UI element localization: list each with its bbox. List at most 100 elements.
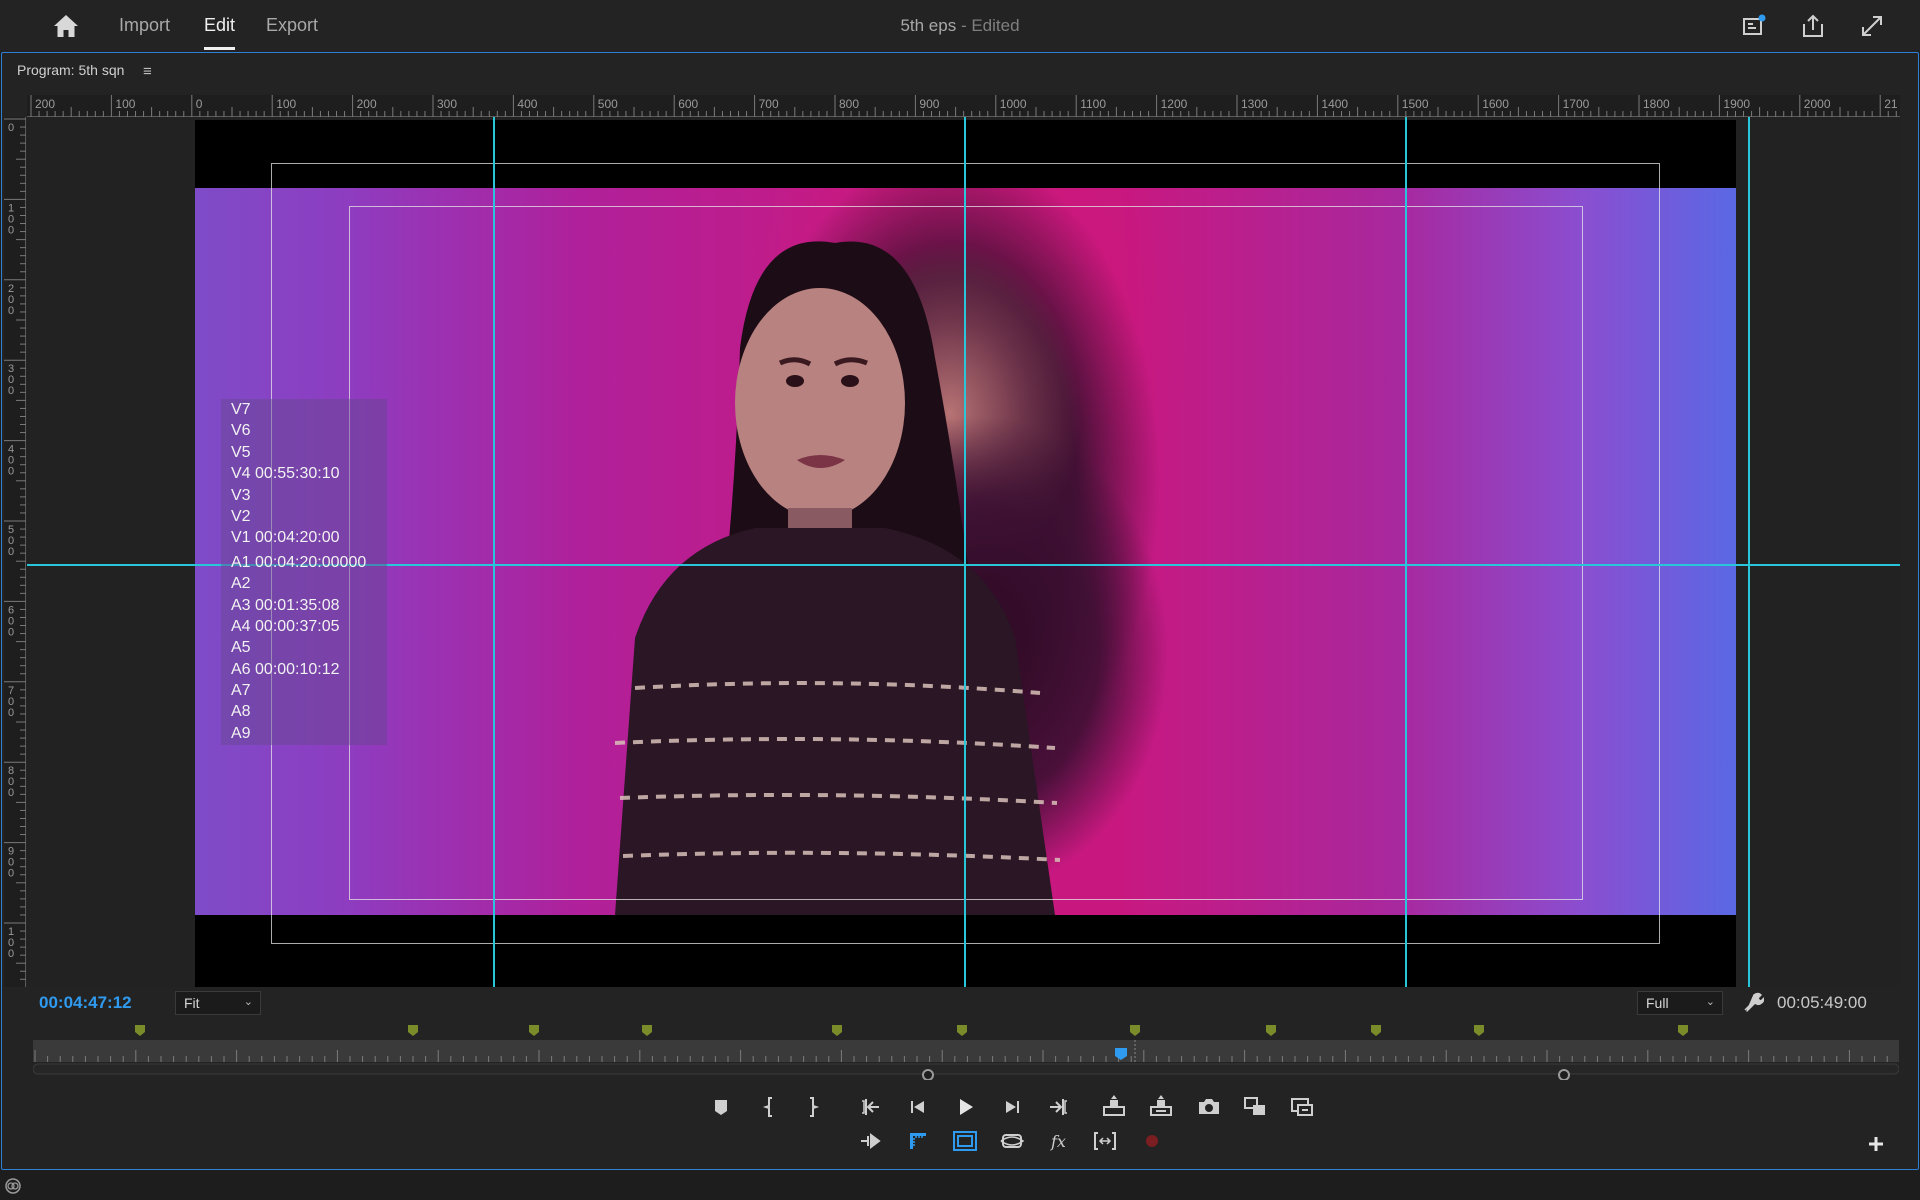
track-timecode-overlay: V7 V6 V5 V4 00:55:30:10 V3 V2 V1 00:04:20:00 A1… xyxy=(221,399,387,745)
marker-icon[interactable] xyxy=(642,1025,652,1036)
guide-vertical[interactable] xyxy=(1748,117,1750,987)
svg-text:fx: fx xyxy=(1050,1132,1066,1151)
go-to-out-icon[interactable] xyxy=(1044,1093,1072,1121)
record-icon[interactable] xyxy=(1138,1127,1166,1155)
current-timecode[interactable]: 00:04:47:12 xyxy=(39,993,132,1013)
add-marker-icon[interactable] xyxy=(707,1093,735,1121)
ruler-label: 200 xyxy=(8,283,14,317)
chevron-down-icon: ⌄ xyxy=(1705,996,1715,1008)
marker-icon[interactable] xyxy=(957,1025,967,1036)
marker-icon[interactable] xyxy=(135,1025,145,1036)
comparison-view-icon[interactable] xyxy=(1241,1093,1269,1121)
wrench-icon[interactable] xyxy=(1742,991,1765,1013)
step-back-icon[interactable] xyxy=(904,1093,932,1121)
marker-icon[interactable] xyxy=(1266,1025,1276,1036)
marker-icon[interactable] xyxy=(408,1025,418,1036)
extract-icon[interactable] xyxy=(1147,1093,1175,1121)
active-tab-indicator xyxy=(204,47,235,50)
guide-vertical[interactable] xyxy=(1405,117,1407,987)
guide-vertical[interactable] xyxy=(493,117,495,987)
guides-icon[interactable] xyxy=(904,1127,932,1155)
hamburger-icon[interactable]: ≡ xyxy=(143,63,152,80)
marker-icon[interactable] xyxy=(1130,1025,1140,1036)
ruler-label: 0 xyxy=(196,97,203,111)
ruler-label: 200 xyxy=(357,97,377,111)
zoom-scrollbar[interactable] xyxy=(33,1063,1899,1075)
ruler-label: 2000 xyxy=(1804,97,1831,111)
ruler-label: 500 xyxy=(8,524,14,558)
zoom-handle-right[interactable] xyxy=(1558,1069,1570,1080)
fullscreen-icon[interactable] xyxy=(1859,13,1885,39)
ruler-label: 1200 xyxy=(1161,97,1188,111)
track-timecode-line: A9 xyxy=(231,724,251,742)
track-timecode-line: A4 00:00:37:05 xyxy=(231,617,340,635)
playhead-icon[interactable] xyxy=(1114,1047,1128,1061)
vr-video-icon[interactable] xyxy=(998,1127,1026,1155)
time-ruler-track[interactable] xyxy=(33,1040,1899,1062)
ruler-label: 400 xyxy=(517,97,537,111)
track-timecode-line: V2 xyxy=(231,507,251,525)
ruler-label: 1900 xyxy=(1723,97,1750,111)
ruler-label: 1400 xyxy=(1321,97,1348,111)
ruler-label: 1300 xyxy=(1241,97,1268,111)
track-timecode-line: A5 xyxy=(231,639,251,657)
creative-cloud-icon[interactable] xyxy=(4,1177,22,1195)
trim-icon[interactable] xyxy=(857,1127,885,1155)
track-timecode-line: A6 00:00:10:12 xyxy=(231,660,340,678)
horizontal-ruler[interactable]: 200 100 0 100 200 300 400 500 600 700 800 900 1000 11… xyxy=(27,95,1900,117)
vertical-ruler[interactable]: 0 1 0 0 2 0 0 3 0 0 4 0 0 5 0 0 6 0 0 7 0 0 8 0 0 9 0 0 1 0 0 xyxy=(4,117,26,987)
resolution-value: Full xyxy=(1646,995,1669,1011)
go-to-in-icon[interactable] xyxy=(857,1093,885,1121)
track-timecode-line: A8 xyxy=(231,703,251,721)
lift-icon[interactable] xyxy=(1100,1093,1128,1121)
panel-title: Program: 5th sqn xyxy=(17,62,125,78)
ruler-label: 600 xyxy=(8,604,14,638)
step-forward-icon[interactable] xyxy=(998,1093,1026,1121)
marker-icon[interactable] xyxy=(1678,1025,1688,1036)
timeline-scrubber[interactable] xyxy=(33,1020,1899,1080)
ruler-label: 300 xyxy=(8,363,14,397)
play-icon[interactable] xyxy=(951,1093,979,1121)
marker-icon[interactable] xyxy=(1474,1025,1484,1036)
track-timecode-line: V5 xyxy=(231,443,251,461)
track-timecode-line: V4 00:55:30:10 xyxy=(231,465,340,483)
document-status: - Edited xyxy=(960,16,1020,35)
quick-export-icon[interactable] xyxy=(1741,13,1767,39)
resolution-dropdown[interactable]: Full ⌄ xyxy=(1637,991,1723,1015)
ruler-label: 1100 xyxy=(1080,97,1106,111)
track-timecode-line: V6 xyxy=(231,422,251,440)
ruler-label: 800 xyxy=(8,765,14,799)
ruler-label: 900 xyxy=(919,97,939,111)
ruler-label: 700 xyxy=(8,685,14,719)
marker-icon[interactable] xyxy=(529,1025,539,1036)
ruler-label: 21 xyxy=(1884,97,1898,111)
document-name: 5th eps xyxy=(900,16,957,35)
share-icon[interactable] xyxy=(1800,13,1826,39)
add-button-icon[interactable] xyxy=(1866,1134,1886,1154)
document-title: 5th eps - Edited xyxy=(0,16,1920,36)
fx-icon[interactable]: fx xyxy=(1044,1127,1072,1155)
safe-margins-icon[interactable] xyxy=(951,1127,979,1155)
track-timecode-line: A7 xyxy=(231,682,251,700)
top-bar: Import Edit Export 5th eps - Edited xyxy=(0,0,1920,52)
ruler-label: 100 xyxy=(276,97,296,111)
ruler-label: 300 xyxy=(437,97,457,111)
export-frame-icon[interactable] xyxy=(1195,1093,1223,1121)
mark-in-icon[interactable] xyxy=(756,1093,784,1121)
mark-out-icon[interactable] xyxy=(798,1093,826,1121)
zoom-handle-left[interactable] xyxy=(922,1069,934,1080)
guide-vertical[interactable] xyxy=(964,117,966,987)
ruler-label: 800 xyxy=(839,97,859,111)
zoom-dropdown[interactable]: Fit ⌄ xyxy=(175,991,261,1015)
marker-icon[interactable] xyxy=(1371,1025,1381,1036)
track-timecode-line: A1 00:04:20:00000 xyxy=(231,553,367,571)
duration-timecode: 00:05:49:00 xyxy=(1777,993,1867,1012)
zoom-value: Fit xyxy=(184,995,200,1011)
multicam-icon[interactable] xyxy=(1091,1127,1119,1155)
ruler-label: 400 xyxy=(8,444,14,478)
toggle-proxies-icon[interactable] xyxy=(1288,1093,1316,1121)
ruler-label: 1500 xyxy=(1402,97,1429,111)
marker-icon[interactable] xyxy=(832,1025,842,1036)
ruler-label: 200 xyxy=(35,97,55,111)
ruler-label: 1700 xyxy=(1563,97,1590,111)
